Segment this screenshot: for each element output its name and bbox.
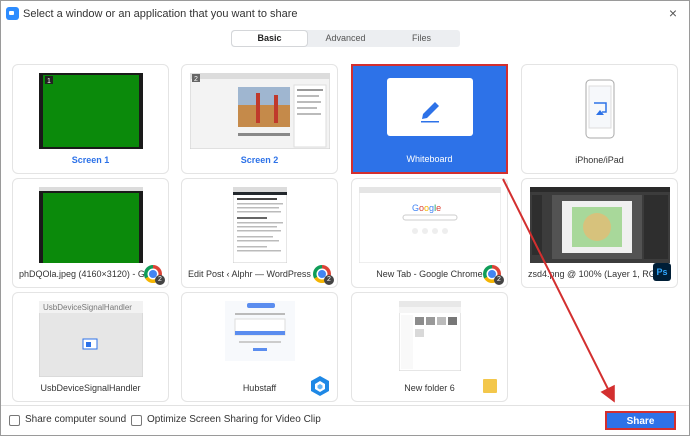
window-count-badge: 2 xyxy=(324,275,334,285)
screen-1-thumbnail: 1 xyxy=(38,73,143,149)
tab-files[interactable]: Files xyxy=(384,31,459,46)
tile-usbdevicesignalhandler[interactable]: UsbDeviceSignalHandler UsbDeviceSignalHa… xyxy=(12,292,169,402)
title-bar: Select a window or an application that y… xyxy=(1,1,689,27)
hubstaff-icon xyxy=(311,376,329,396)
dialog-title: Select a window or an application that y… xyxy=(23,8,298,20)
tile-label: Edit Post ‹ Alphr — WordPress - ... xyxy=(188,269,319,279)
tile-edit-post[interactable]: Edit Post ‹ Alphr — WordPress - ... 2 xyxy=(181,178,338,288)
tile-zsd4-png[interactable]: zsd4.png @ 100% (Layer 1, RGB/8) Ps xyxy=(521,178,678,288)
svg-text:Google: Google xyxy=(412,203,441,213)
tab-basic[interactable]: Basic xyxy=(232,31,307,46)
zoom-app-icon xyxy=(6,7,19,20)
screen-2-thumbnail: 2 xyxy=(189,73,330,149)
tile-label: Screen 1 xyxy=(71,155,110,165)
tile-iphone-ipad[interactable]: iPhone/iPad xyxy=(521,64,678,174)
tile-screen-1[interactable]: 1 Screen 1 xyxy=(12,64,169,174)
optimize-video-label: Optimize Screen Sharing for Video Clip xyxy=(147,414,321,425)
photoshop-thumbnail xyxy=(529,187,670,263)
tile-label: UsbDeviceSignalHandler xyxy=(40,383,141,393)
tile-phdqola-jpeg[interactable]: phDQOla.jpeg (4160×3120) - Goo... 2 xyxy=(12,178,169,288)
tile-screen-2[interactable]: 2 Screen 2 xyxy=(181,64,338,174)
share-options-grid: 1 Screen 1 2 Screen 2 Whiteboard iPhone/… xyxy=(1,57,689,402)
screen-number: 2 xyxy=(194,76,198,83)
hubstaff-thumbnail xyxy=(224,301,295,361)
share-sound-label: Share computer sound xyxy=(25,414,127,425)
tile-label: Whiteboard xyxy=(406,154,453,164)
image-viewer-thumbnail xyxy=(38,187,143,263)
share-sound-checkbox[interactable] xyxy=(9,415,20,426)
tab-bar: Basic Advanced Files xyxy=(231,30,460,47)
optimize-video-checkbox[interactable] xyxy=(131,415,142,426)
window-count-badge: 2 xyxy=(155,275,165,285)
wordpress-thumbnail xyxy=(232,187,287,263)
screen-number: 1 xyxy=(47,78,51,85)
close-icon[interactable]: × xyxy=(665,4,681,22)
chrome-new-tab-thumbnail: Google xyxy=(358,187,501,263)
window-count-badge: 2 xyxy=(494,275,504,285)
tile-label: phDQOla.jpeg (4160×3120) - Goo... xyxy=(19,269,150,279)
tab-advanced[interactable]: Advanced xyxy=(308,31,383,46)
tile-hubstaff[interactable]: Hubstaff xyxy=(181,292,338,402)
photoshop-icon: Ps xyxy=(653,263,671,281)
thumbnail-title: UsbDeviceSignalHandler xyxy=(43,303,132,312)
tile-whiteboard[interactable]: Whiteboard xyxy=(351,64,508,174)
phone-icon xyxy=(585,79,614,139)
tile-new-folder-6[interactable]: New folder 6 xyxy=(351,292,508,402)
tile-label: Screen 2 xyxy=(240,155,279,165)
folder-icon xyxy=(483,379,497,393)
share-dialog: Select a window or an application that y… xyxy=(0,0,690,436)
tile-new-tab[interactable]: Google New Tab - Google Chrome 2 xyxy=(351,178,508,288)
tile-label: New folder 6 xyxy=(404,383,455,393)
share-button[interactable]: Share xyxy=(605,411,676,430)
file-explorer-thumbnail xyxy=(398,301,461,371)
whiteboard-thumbnail xyxy=(386,78,473,136)
tile-label: New Tab - Google Chrome xyxy=(376,269,483,279)
usb-handler-thumbnail: UsbDeviceSignalHandler xyxy=(38,301,143,377)
tile-label: zsd4.png @ 100% (Layer 1, RGB/8) xyxy=(528,269,659,279)
bottom-bar: Share computer sound Optimize Screen Sha… xyxy=(1,405,689,435)
tile-label: iPhone/iPad xyxy=(575,155,624,165)
